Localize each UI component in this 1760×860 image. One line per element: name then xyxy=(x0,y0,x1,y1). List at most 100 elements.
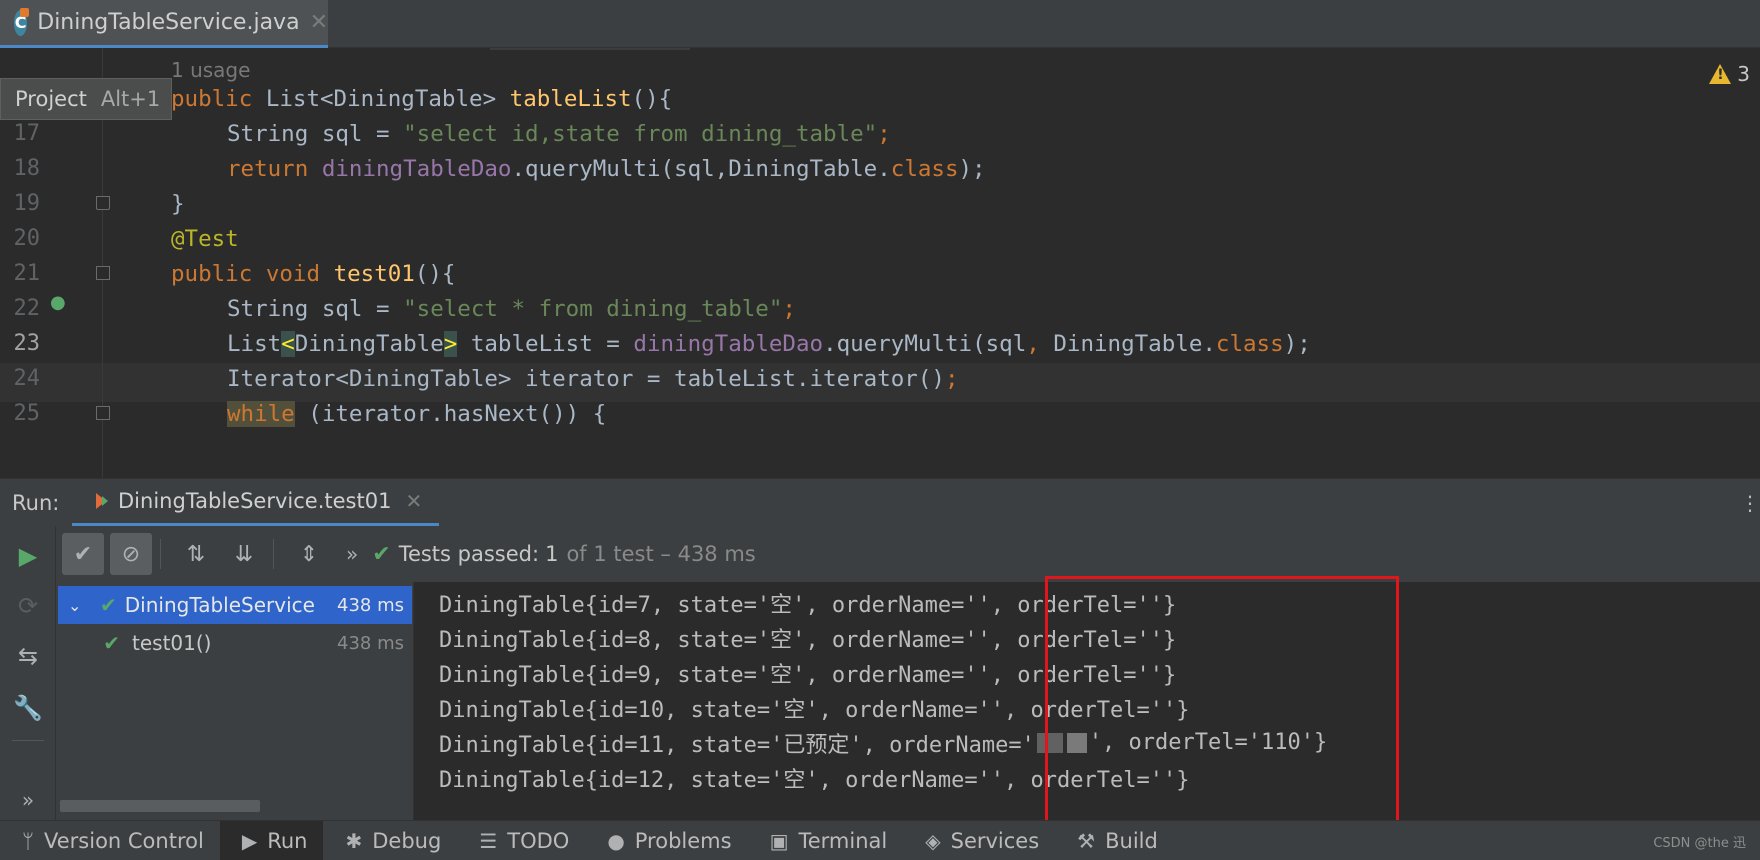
more-actions-icon[interactable]: » xyxy=(14,786,42,814)
sort-by-duration-icon[interactable]: ⇊ xyxy=(223,533,265,575)
show-ignored-icon[interactable]: ⊘ xyxy=(110,533,152,575)
run-tab-label: DiningTableService.test01 xyxy=(118,489,392,513)
run-window-label: Run: xyxy=(12,491,60,515)
watermark: CSDN @the 迅 xyxy=(1653,836,1746,851)
tests-passed-label: Tests passed: xyxy=(398,542,540,566)
close-icon[interactable]: ✕ xyxy=(405,489,422,513)
run-tab-dining-table-service-test01[interactable]: DiningTableService.test01 ✕ xyxy=(72,479,439,527)
tests-status: ✔ Tests passed: 1 of 1 test – 438 ms xyxy=(372,542,756,567)
code-text: public List<DiningTable> tableList(){ xyxy=(171,85,673,112)
tool-run[interactable]: ▶ Run xyxy=(219,820,324,860)
tool-debug[interactable]: ✱ Debug xyxy=(323,821,457,860)
console-line-part: DiningTable{id=11, state='已预定', orderNam… xyxy=(439,732,1035,758)
chevron-down-icon[interactable]: ⌄ xyxy=(68,596,88,615)
horizontal-scrollbar[interactable] xyxy=(60,800,260,812)
line-number: 22 xyxy=(13,296,41,321)
code-text: Iterator<DiningTable> iterator = tableLi… xyxy=(227,365,959,392)
services-icon: ◈ xyxy=(925,828,941,853)
line-number: 19 xyxy=(13,191,41,216)
redacted-text xyxy=(1036,732,1063,753)
code-text: while (iterator.hasNext()) { xyxy=(227,400,607,427)
code-line: 19 } xyxy=(0,184,1760,223)
console-output[interactable]: DiningTable{id=7, state='空', orderName='… xyxy=(415,582,1760,820)
bottom-tool-bar: ᛘ Version Control ▶ Run ✱ Debug ☰ TODO ● Prob… xyxy=(0,820,1760,860)
code-line: public List<DiningTable> tableList(){ xyxy=(0,79,1760,118)
editor-tab-dining-table-service[interactable]: C DiningTableService.java ✕ xyxy=(0,0,328,48)
tool-build[interactable]: ⚒ Build xyxy=(1055,821,1174,860)
code-line: 17 String sql = "select id,state from di… xyxy=(0,114,1760,153)
expand-all-icon[interactable]: ⇕ xyxy=(288,533,330,575)
console-line: DiningTable{id=10, state='空', orderName=… xyxy=(439,697,1190,723)
test-config-icon xyxy=(96,493,108,509)
line-number: 20 xyxy=(13,226,41,251)
divider xyxy=(490,48,690,50)
tree-node-time: 438 ms xyxy=(337,594,404,616)
code-line: 21 public void test01(){ xyxy=(0,254,1760,293)
code-line: 18 return diningTableDao.queryMulti(sql,… xyxy=(0,149,1760,188)
bug-icon: ✱ xyxy=(345,828,363,853)
divider xyxy=(273,539,274,569)
more-toolbar-icon[interactable]: » xyxy=(346,542,358,566)
divider xyxy=(12,740,44,741)
line-number: 25 xyxy=(13,401,41,426)
line-number: 24 xyxy=(13,366,41,391)
code-text: List<DiningTable> tableList = diningTabl… xyxy=(227,330,1311,357)
tool-todo[interactable]: ☰ TODO xyxy=(457,821,585,860)
wrench-icon[interactable]: 🔧 xyxy=(13,694,43,722)
test-results-tree: ⌄ ✔ DiningTableService 438 ms ✔ test01()… xyxy=(56,582,414,820)
tool-terminal[interactable]: ▣ Terminal xyxy=(748,821,904,860)
show-passed-icon[interactable]: ✔ xyxy=(62,533,104,575)
code-text: } xyxy=(171,190,185,217)
tool-version-control[interactable]: ᛘ Version Control xyxy=(0,821,220,860)
line-number: 18 xyxy=(13,156,41,181)
rerun-play-icon[interactable]: ▶ xyxy=(14,542,42,570)
code-editor[interactable]: 1 usage Project Alt+1 3 public List<Dini… xyxy=(0,48,1760,478)
code-text: @Test xyxy=(171,225,239,252)
tree-node-label: DiningTableService xyxy=(124,593,315,617)
java-class-icon: C xyxy=(14,7,30,36)
console-line: DiningTable{id=12, state='空', orderName=… xyxy=(439,767,1190,793)
tool-problems[interactable]: ● Problems xyxy=(585,821,747,860)
fold-marker-icon[interactable] xyxy=(96,196,110,210)
code-line: 22 String sql = "select * from dining_ta… xyxy=(0,289,1760,328)
hammer-icon: ⚒ xyxy=(1077,828,1096,853)
tool-services[interactable]: ◈ Services xyxy=(903,821,1055,860)
console-line: DiningTable{id=9, state='空', orderName='… xyxy=(439,662,1177,688)
close-icon[interactable]: ✕ xyxy=(310,10,328,35)
check-icon: ✔ xyxy=(103,631,120,655)
code-text: String sql = "select id,state from dinin… xyxy=(227,120,891,147)
line-number: 17 xyxy=(13,121,41,146)
branch-icon: ᛘ xyxy=(22,828,34,853)
fold-marker-icon[interactable] xyxy=(96,406,110,420)
code-text: public void test01(){ xyxy=(171,260,456,287)
code-line: 24 Iterator<DiningTable> iterator = tabl… xyxy=(0,359,1760,398)
line-number: 21 xyxy=(13,261,41,286)
sort-alphabetically-icon[interactable]: ⇅ xyxy=(175,533,217,575)
editor-tab-label: DiningTableService.java xyxy=(37,10,300,35)
tree-node-dining-table-service[interactable]: ⌄ ✔ DiningTableService 438 ms xyxy=(58,586,412,624)
divider xyxy=(160,539,161,569)
run-side-toolbar: ▶ ⟳ ⇆ 🔧 » xyxy=(0,526,56,820)
code-text: String sql = "select * from dining_table… xyxy=(227,295,796,322)
fold-marker-icon[interactable] xyxy=(96,266,110,280)
tests-passed-count: 1 xyxy=(545,542,559,566)
play-icon: ▶ xyxy=(241,828,258,853)
toggle-auto-test-icon[interactable]: ⇆ xyxy=(14,642,42,670)
code-line: 23 List<DiningTable> tableList = diningT… xyxy=(0,324,1760,363)
redacted-text xyxy=(1066,732,1087,753)
more-options-icon[interactable]: ⋮ xyxy=(1740,491,1760,515)
tree-node-label: test01() xyxy=(132,631,212,655)
run-tool-window-header: Run: DiningTableService.test01 ✕ ⋮ xyxy=(0,478,1760,527)
rerun-failed-icon[interactable]: ⟳ xyxy=(14,592,42,620)
code-line: 20 @Test xyxy=(0,219,1760,258)
console-line: DiningTable{id=11, state='已预定', orderNam… xyxy=(439,723,1327,762)
test-runner-toolbar: ✔ ⊘ ⇅ ⇊ ⇕ » ✔ Tests passed: 1 of 1 test … xyxy=(56,526,1760,582)
terminal-icon: ▣ xyxy=(769,828,789,853)
console-line: DiningTable{id=7, state='空', orderName='… xyxy=(439,592,1177,618)
code-text: return diningTableDao.queryMulti(sql,Din… xyxy=(227,155,986,182)
check-icon: ✔ xyxy=(372,541,391,567)
console-line-part: ', orderTel='110'} xyxy=(1088,730,1328,755)
tree-node-test01[interactable]: ✔ test01() 438 ms xyxy=(58,624,412,662)
tree-node-time: 438 ms xyxy=(337,632,404,654)
console-line: DiningTable{id=8, state='空', orderName='… xyxy=(439,627,1177,653)
